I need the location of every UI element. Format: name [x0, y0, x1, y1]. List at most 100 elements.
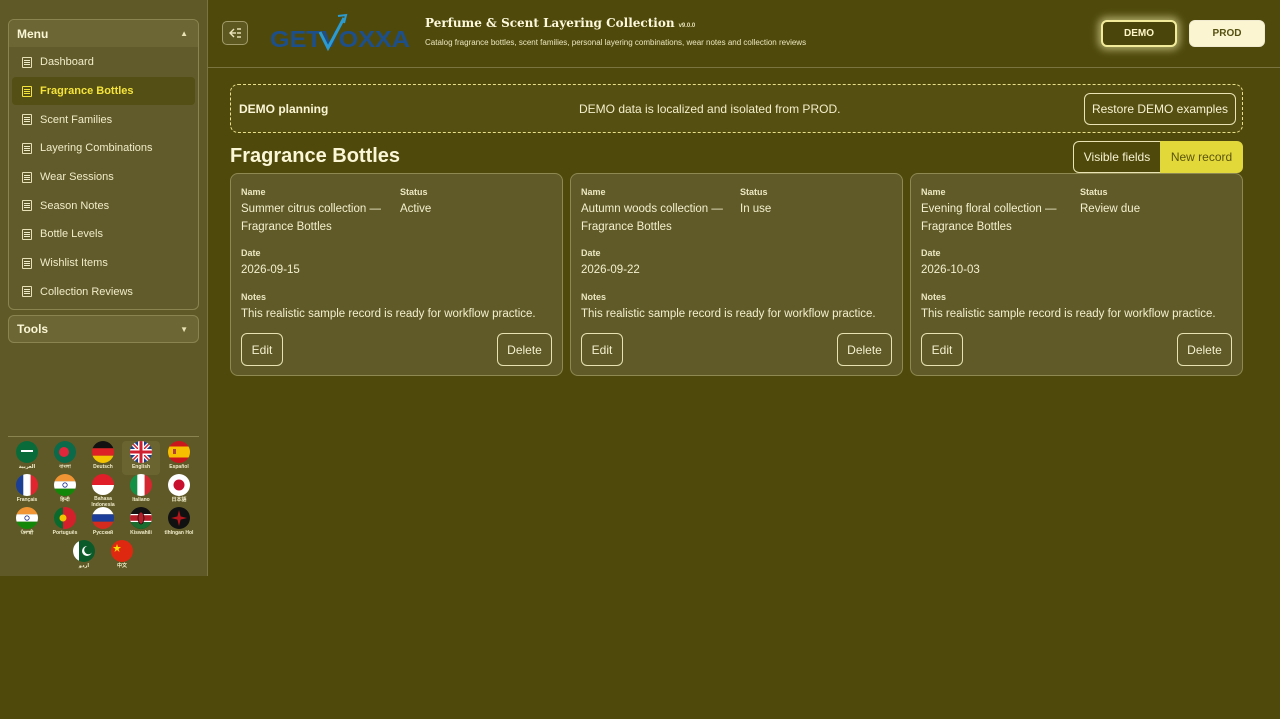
restore-demo-button[interactable]: Restore DEMO examples: [1084, 93, 1236, 125]
new-record-button[interactable]: New record: [1160, 141, 1243, 173]
language-option[interactable]: Français: [8, 474, 46, 508]
visible-fields-button[interactable]: Visible fields: [1073, 141, 1161, 173]
demo-banner: DEMO planning DEMO data is localized and…: [230, 84, 1243, 133]
edit-button[interactable]: Edit: [921, 333, 963, 366]
uk-flag-icon: [130, 441, 152, 463]
language-option[interactable]: العربية: [8, 441, 46, 475]
delete-button[interactable]: Delete: [837, 333, 892, 366]
record-card: Name Status Summer citrus collection — Fr…: [230, 173, 563, 376]
sidebar-item-label: Bottle Levels: [40, 228, 103, 241]
edit-button[interactable]: Edit: [241, 333, 283, 366]
app-title: Perfume & Scent Layering Collection v9.0.…: [425, 16, 695, 30]
delete-button[interactable]: Delete: [497, 333, 552, 366]
language-label: tlhIngan Hol: [164, 530, 194, 536]
japan-flag-icon: [168, 474, 190, 496]
language-label: Português: [52, 530, 78, 536]
record-notes: This realistic sample record is ready fo…: [241, 308, 536, 320]
record-status: Active: [400, 203, 432, 215]
language-option[interactable]: বাংলা: [46, 441, 84, 475]
sidebar-item-layering-combinations[interactable]: Layering Combinations: [12, 134, 195, 163]
record-name-line2: Fragrance Bottles: [581, 220, 672, 233]
sidebar-item-label: Scent Families: [40, 113, 113, 126]
language-label: Deutsch: [93, 464, 113, 470]
app-subtitle: Catalog fragrance bottles, scent familie…: [425, 38, 807, 47]
record-name: Evening floral collection — Fragrance Bot…: [921, 201, 1057, 236]
name-label: Name: [921, 187, 946, 197]
date-label: Date: [581, 248, 601, 258]
sidebar-item-label: Fragrance Bottles: [40, 85, 134, 98]
record-name-line2: Fragrance Bottles: [921, 220, 1012, 233]
sidebar-item-label: Wishlist Items: [40, 257, 108, 270]
collapse-sidebar-icon: [229, 28, 241, 38]
sidebar-item-wear-sessions[interactable]: Wear Sessions: [12, 163, 195, 192]
sidebar-item-dashboard[interactable]: Dashboard: [12, 48, 195, 77]
env-prod-button[interactable]: PROD: [1189, 20, 1265, 47]
sidebar-item-season-notes[interactable]: Season Notes: [12, 191, 195, 220]
language-label: Français: [16, 497, 38, 503]
language-option[interactable]: tlhIngan Hol: [160, 507, 198, 541]
india-flag-icon: [54, 474, 76, 496]
demo-banner-title: DEMO planning: [239, 102, 329, 116]
language-option[interactable]: Italiano: [122, 474, 160, 508]
tools-panel-header[interactable]: Tools ▼: [8, 315, 199, 343]
sidebar-item-scent-families[interactable]: Scent Families: [12, 105, 195, 134]
language-option[interactable]: Português: [46, 507, 84, 541]
document-icon: [22, 85, 32, 97]
language-option[interactable]: English: [122, 441, 160, 475]
page-title: Fragrance Bottles: [230, 145, 401, 167]
date-label: Date: [921, 248, 941, 258]
sidebar-item-label: Collection Reviews: [40, 285, 133, 298]
language-label: 日本語: [171, 497, 187, 503]
indonesia-flag-icon: [92, 474, 114, 495]
language-option[interactable]: Kiswahili: [122, 507, 160, 541]
edit-button[interactable]: Edit: [581, 333, 623, 366]
language-option[interactable]: Deutsch: [84, 441, 122, 475]
language-option[interactable]: 中文: [103, 540, 141, 574]
app-title-text: Perfume & Scent Layering Collection: [425, 16, 675, 30]
language-option[interactable]: اردو: [65, 540, 103, 574]
collapse-sidebar-button[interactable]: [222, 21, 248, 45]
document-icon: [22, 257, 32, 269]
sidebar-item-wishlist-items[interactable]: Wishlist Items: [12, 249, 195, 278]
india-flag-icon: [16, 507, 38, 529]
language-option[interactable]: ਪੰਜਾਬੀ: [8, 507, 46, 541]
language-label: Русский: [92, 530, 114, 536]
name-label: Name: [581, 187, 606, 197]
language-label: العربية: [18, 464, 36, 470]
record-status: In use: [740, 203, 772, 215]
sidebar-item-collection-reviews[interactable]: Collection Reviews: [12, 278, 195, 307]
record-name-line1: Summer citrus collection —: [241, 203, 381, 215]
spain-flag-icon: [168, 441, 190, 463]
record-notes: This realistic sample record is ready fo…: [921, 308, 1216, 320]
document-icon: [22, 286, 32, 298]
language-option[interactable]: हिन्दी: [46, 474, 84, 508]
language-option[interactable]: 日本語: [160, 474, 198, 508]
status-label: Status: [1080, 187, 1108, 197]
record-name: Autumn woods collection — Fragrance Bottl…: [581, 201, 723, 236]
divider: [8, 436, 199, 437]
france-flag-icon: [16, 474, 38, 496]
language-option[interactable]: Español: [160, 441, 198, 475]
sidebar-item-fragrance-bottles[interactable]: Fragrance Bottles: [12, 76, 195, 106]
sidebar: Menu ▲ Dashboard Fragrance Bottles Scent…: [0, 0, 208, 576]
language-label: Italiano: [132, 497, 150, 503]
klingon-flag-icon: [168, 507, 190, 529]
chevron-down-icon: ▼: [180, 324, 188, 334]
germany-flag-icon: [92, 441, 114, 463]
italy-flag-icon: [130, 474, 152, 496]
sidebar-item-label: Season Notes: [40, 199, 110, 212]
record-card: Name Status Evening floral collection — F…: [910, 173, 1243, 376]
china-flag-icon: [111, 540, 133, 562]
language-option[interactable]: Русский: [84, 507, 122, 541]
language-option[interactable]: Bahasa Indonesia: [84, 474, 122, 508]
language-label: English: [131, 464, 151, 470]
chevron-up-icon: ▲: [180, 29, 188, 38]
delete-button[interactable]: Delete: [1177, 333, 1232, 366]
menu-header[interactable]: Menu ▲: [9, 20, 198, 47]
status-label: Status: [740, 187, 768, 197]
env-demo-button[interactable]: DEMO: [1101, 20, 1177, 47]
demo-banner-message: DEMO data is localized and isolated from…: [579, 102, 841, 116]
sidebar-item-bottle-levels[interactable]: Bottle Levels: [12, 220, 195, 249]
tools-title: Tools: [17, 322, 49, 336]
russia-flag-icon: [92, 507, 114, 529]
